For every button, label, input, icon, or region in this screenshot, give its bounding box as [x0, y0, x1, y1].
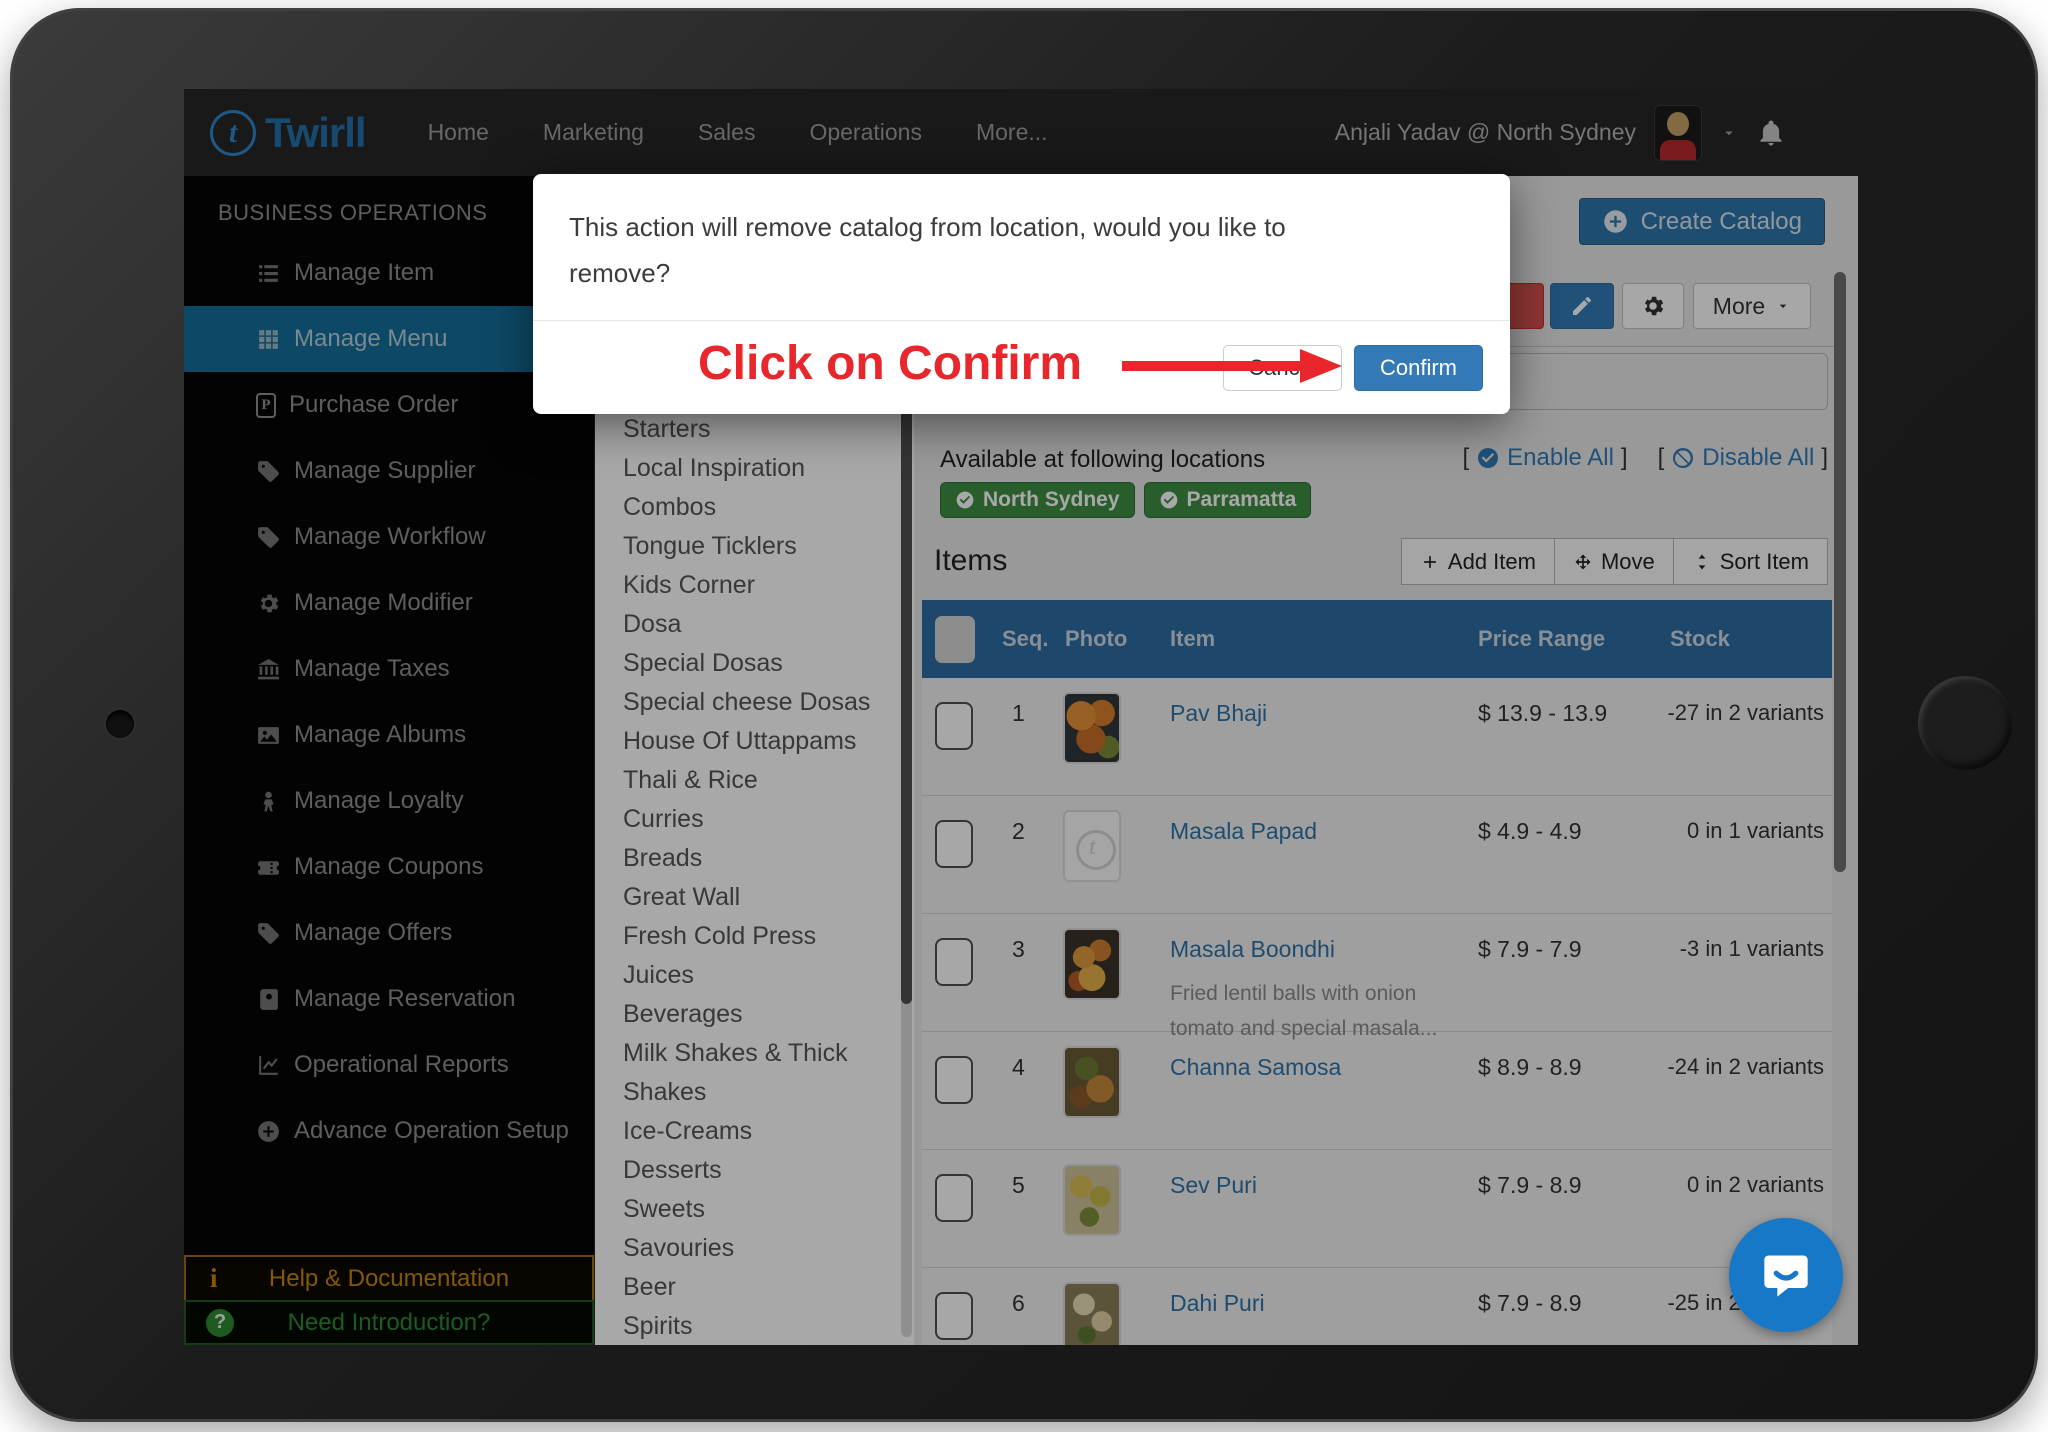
- annotation-arrow-shaft: [1122, 361, 1302, 371]
- annotation-click-on-confirm: Click on Confirm: [698, 336, 1082, 391]
- annotation-arrow-head: [1300, 349, 1342, 383]
- confirm-button[interactable]: Confirm: [1354, 345, 1483, 391]
- tablet-home-button: [1918, 676, 2012, 770]
- chat-launcher-button[interactable]: [1729, 1218, 1843, 1332]
- page: t Twirll Home Marketing Sales Operations…: [0, 0, 2048, 1432]
- chat-icon: [1760, 1249, 1812, 1301]
- tablet-camera: [106, 710, 134, 738]
- dialog-message: This action will remove catalog from loc…: [533, 174, 1405, 296]
